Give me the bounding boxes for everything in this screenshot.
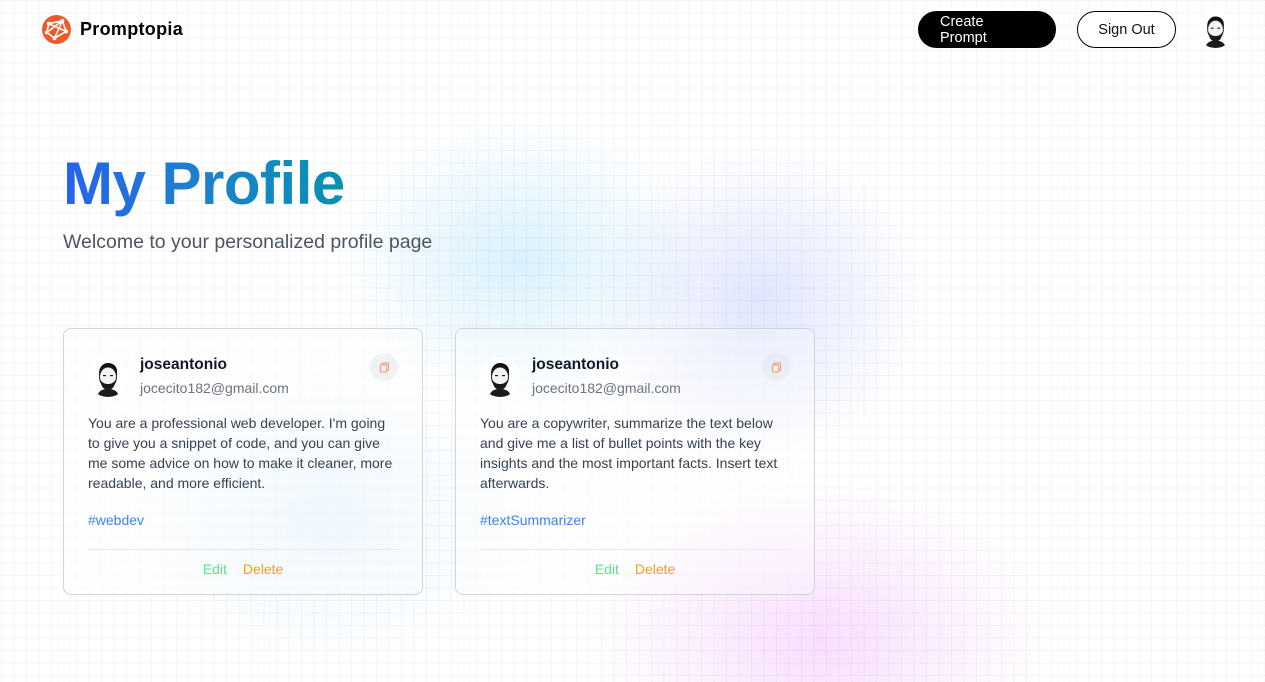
edit-button[interactable]: Edit — [595, 559, 619, 579]
sign-out-button[interactable]: Sign Out — [1077, 11, 1176, 48]
copy-button[interactable] — [370, 353, 398, 381]
author-username: joseantonio — [140, 356, 227, 373]
prompt-text: You are a copywriter, summarize the text… — [480, 415, 778, 491]
prompt-card: joseantonio jocecito182@gmail.com You ar… — [455, 328, 815, 595]
delete-button[interactable]: Delete — [243, 559, 283, 579]
prompt-tag[interactable]: #textSummarizer — [480, 510, 586, 530]
delete-button[interactable]: Delete — [635, 559, 675, 579]
page-title: My Profile — [63, 146, 345, 222]
copy-icon — [771, 361, 781, 373]
card-divider — [480, 549, 790, 550]
edit-button[interactable]: Edit — [203, 559, 227, 579]
brand-logo-link[interactable]: Promptopia — [41, 14, 183, 45]
author-email: jocecito182@gmail.com — [532, 380, 681, 396]
brand-name: Promptopia — [80, 19, 184, 39]
prompt-card: joseantonio jocecito182@gmail.com You ar… — [63, 328, 423, 595]
card-divider — [88, 549, 398, 550]
user-avatar-icon — [88, 357, 128, 397]
card-actions: Edit Delete — [64, 559, 422, 579]
user-avatar-icon — [1197, 11, 1234, 48]
user-avatar-icon — [480, 357, 520, 397]
nav-actions: Create Prompt Sign Out — [918, 11, 1234, 48]
author-email: jocecito182@gmail.com — [140, 380, 289, 396]
profile-avatar-button[interactable] — [1197, 11, 1234, 48]
card-author[interactable]: joseantonio jocecito182@gmail.com — [480, 355, 681, 399]
card-author[interactable]: joseantonio jocecito182@gmail.com — [88, 355, 289, 399]
globe-network-logo-icon — [41, 14, 72, 45]
card-actions: Edit Delete — [456, 559, 814, 579]
create-prompt-button[interactable]: Create Prompt — [918, 11, 1056, 48]
prompt-text: You are a professional web developer. I'… — [88, 415, 393, 491]
page-subtitle: Welcome to your personalized profile pag… — [63, 231, 433, 253]
author-avatar — [480, 357, 520, 397]
author-username: joseantonio — [532, 356, 619, 373]
copy-button[interactable] — [762, 353, 790, 381]
copy-icon — [379, 361, 389, 373]
prompt-tag[interactable]: #webdev — [88, 510, 144, 530]
author-avatar — [88, 357, 128, 397]
